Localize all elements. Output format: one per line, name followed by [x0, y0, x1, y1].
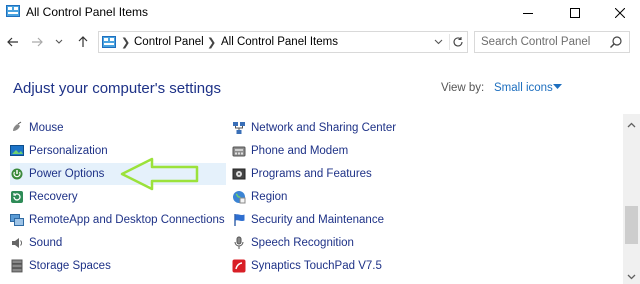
item-label: Sound [29, 237, 63, 249]
storage-spaces-icon [11, 259, 23, 273]
item-label: Security and Maintenance [251, 214, 384, 226]
item-label: Personalization [29, 145, 108, 157]
search-icon[interactable] [609, 35, 623, 49]
item-label: Mouse [29, 122, 64, 134]
scroll-down-button[interactable] [623, 270, 640, 284]
minimize-button[interactable] [505, 0, 550, 26]
security-flag-icon [234, 214, 245, 226]
back-button[interactable] [4, 32, 22, 52]
caret-down-icon[interactable] [553, 84, 562, 90]
view-by-label: View by: [441, 82, 485, 94]
item-label: Storage Spaces [29, 260, 111, 272]
chevron-up-icon [627, 122, 636, 128]
item-label: Region [251, 191, 288, 203]
breadcrumb-separator-icon: ❯ [207, 37, 217, 49]
scroll-up-button[interactable] [623, 118, 640, 132]
refresh-button[interactable] [449, 34, 465, 50]
item-label: Power Options [29, 168, 105, 180]
annotation-arrow-icon [120, 157, 199, 191]
item-phone-modem[interactable]: Phone and Modem [232, 140, 452, 162]
chevron-down-icon [55, 39, 63, 44]
item-label: Speech Recognition [251, 237, 354, 249]
item-speech-recognition[interactable]: Speech Recognition [232, 232, 452, 254]
item-label: Recovery [29, 191, 78, 203]
breadcrumb-control-panel[interactable]: Control Panel [134, 36, 204, 48]
item-remoteapp[interactable]: RemoteApp and Desktop Connections [10, 209, 226, 231]
item-label: Synaptics TouchPad V7.5 [251, 260, 382, 272]
control-panel-icon [6, 5, 20, 17]
mouse-icon [13, 121, 22, 131]
maximize-button[interactable] [552, 0, 597, 26]
recent-locations-button[interactable] [52, 32, 66, 52]
chevron-down-icon [434, 39, 442, 45]
view-by-dropdown[interactable]: Small icons [494, 82, 553, 94]
item-synaptics-touchpad[interactable]: Synaptics TouchPad V7.5 [232, 255, 452, 277]
vertical-scrollbar[interactable] [623, 114, 640, 284]
arrow-left-icon [7, 37, 18, 47]
microphone-icon [234, 236, 244, 249]
page-title: Adjust your computer's settings [13, 80, 221, 97]
close-icon [614, 8, 625, 18]
title-bar: All Control Panel Items [0, 0, 640, 26]
item-region[interactable]: Region [232, 186, 452, 208]
personalization-icon [10, 145, 24, 156]
up-button[interactable] [74, 32, 92, 52]
control-panel-icon [102, 36, 116, 48]
arrow-up-icon [78, 36, 88, 47]
sound-icon [12, 238, 23, 248]
power-options-icon [11, 168, 23, 180]
refresh-icon [452, 37, 463, 47]
item-label: Network and Sharing Center [251, 122, 397, 134]
arrow-right-icon [32, 37, 43, 47]
navigation-bar: ❯ Control Panel ❯ All Control Panel Item… [0, 28, 640, 56]
item-label: Phone and Modem [251, 145, 349, 157]
address-history-button[interactable] [431, 35, 445, 49]
network-icon [233, 122, 245, 134]
breadcrumb-all-items[interactable]: All Control Panel Items [221, 36, 338, 48]
maximize-icon [569, 8, 580, 18]
item-sound[interactable]: Sound [10, 232, 210, 254]
remoteapp-icon [10, 214, 24, 226]
region-icon [233, 191, 246, 204]
address-bar[interactable]: ❯ Control Panel ❯ All Control Panel Item… [98, 31, 468, 53]
close-button[interactable] [597, 0, 640, 26]
forward-button[interactable] [28, 32, 46, 52]
phone-modem-icon [232, 146, 246, 157]
item-network-sharing[interactable]: Network and Sharing Center [232, 117, 452, 139]
breadcrumb-separator-icon: ❯ [121, 37, 131, 49]
item-security-maintenance[interactable]: Security and Maintenance [232, 209, 452, 231]
search-box[interactable] [474, 31, 630, 53]
minimize-icon [522, 13, 533, 14]
programs-icon [232, 168, 246, 180]
item-programs-features[interactable]: Programs and Features [232, 163, 452, 185]
item-label: Programs and Features [251, 168, 372, 180]
item-storage-spaces[interactable]: Storage Spaces [10, 255, 210, 277]
recovery-icon [11, 191, 23, 203]
window-title: All Control Panel Items [26, 5, 149, 19]
search-input[interactable] [481, 35, 601, 49]
item-label: RemoteApp and Desktop Connections [29, 214, 225, 226]
scroll-thumb[interactable] [625, 206, 638, 244]
item-mouse[interactable]: Mouse [10, 117, 210, 139]
chevron-down-icon [627, 274, 636, 280]
touchpad-icon [232, 259, 246, 273]
